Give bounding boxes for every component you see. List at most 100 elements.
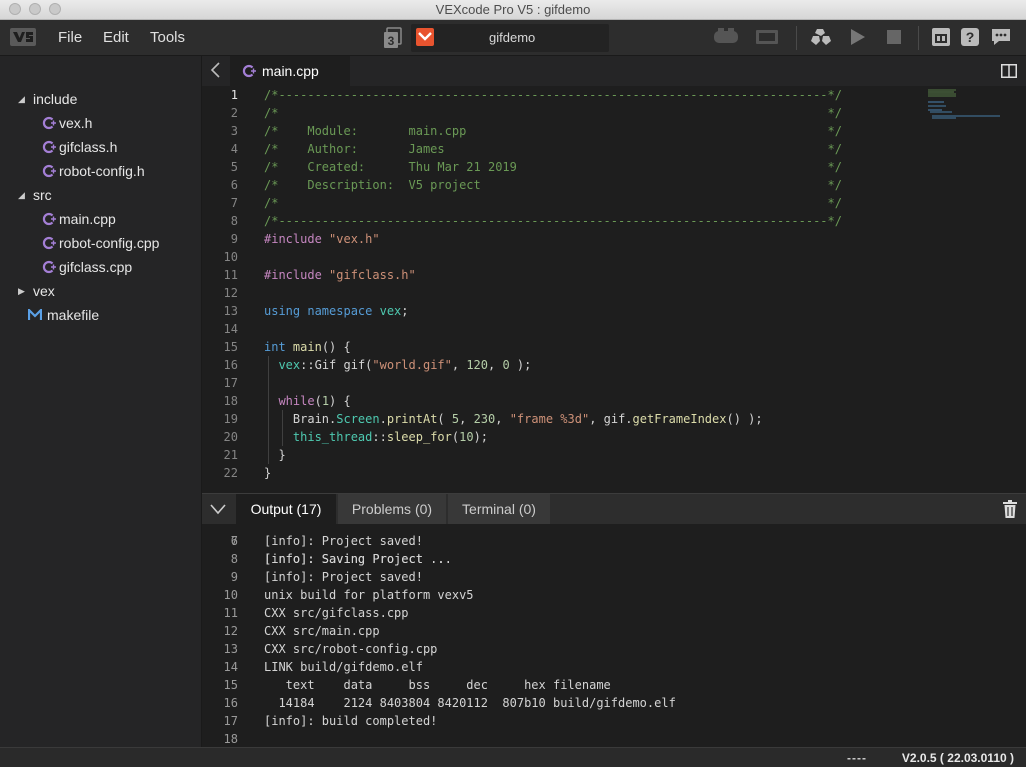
chevron-down-icon[interactable] — [210, 503, 226, 515]
menu-tools[interactable]: Tools — [150, 29, 185, 46]
code-text: /* Module: main.cpp */ — [264, 122, 842, 140]
stop-button[interactable] — [884, 26, 904, 48]
code-text: using namespace vex; — [264, 302, 409, 320]
tree-item-label: robot-config.h — [59, 163, 145, 179]
brain-button[interactable] — [754, 26, 780, 48]
tree-folder-vex[interactable]: ▶ vex — [18, 279, 55, 303]
run-button[interactable] — [847, 26, 869, 48]
tree-file-gifclass-cpp[interactable]: gifclass.cpp — [42, 255, 132, 279]
project-name-field[interactable]: gifdemo — [411, 24, 609, 52]
code-token: :: — [372, 430, 387, 444]
output-line-text: [info]: Project saved! — [264, 534, 423, 548]
code-token: , — [451, 358, 467, 372]
code-line: 22} — [202, 464, 922, 482]
code-token: Screen — [336, 412, 380, 426]
code-text: #include "gifclass.h" — [264, 266, 416, 284]
tab-problems[interactable]: Problems (0) — [338, 494, 446, 524]
slot-selector-icon[interactable]: 3 — [383, 27, 403, 49]
code-line: 18 while(1) { — [202, 392, 922, 410]
split-editor-icon[interactable] — [1001, 64, 1017, 78]
tab-label: main.cpp — [262, 63, 319, 79]
code-token: } — [264, 448, 286, 462]
output-line-number: 8 — [230, 552, 238, 566]
editor-tabbar: main.cpp — [202, 56, 1026, 86]
code-text: /*--------------------------------------… — [264, 212, 842, 230]
code-token: , — [495, 412, 510, 426]
expanded-arrow-icon: ◢ — [18, 189, 25, 200]
code-token: ::Gif gif( — [300, 358, 373, 372]
chevron-left-icon[interactable] — [209, 61, 223, 79]
cpp-file-icon — [42, 140, 56, 154]
code-text: /* Author: James */ — [264, 140, 842, 158]
code-minimap[interactable] — [926, 88, 1002, 128]
tree-item-label: vex — [33, 283, 55, 299]
code-token: ); — [509, 358, 532, 372]
code-token: 120 — [466, 358, 489, 372]
cpp-file-icon — [42, 236, 56, 250]
tree-file-main-cpp[interactable]: main.cpp — [42, 207, 116, 231]
code-token: sleep_for — [386, 430, 452, 444]
code-token: "frame %3d" — [509, 412, 590, 426]
tree-file-robot-config-h[interactable]: robot-config.h — [42, 159, 145, 183]
line-number: 20 — [223, 430, 238, 444]
tree-item-label: include — [33, 91, 78, 107]
window-titlebar: VEXcode Pro V5 : gifdemo — [0, 0, 1026, 20]
menu-file[interactable]: File — [58, 29, 82, 46]
line-number: 7 — [230, 196, 238, 210]
output-line-text: text data bss dec hex filename — [264, 678, 611, 692]
tree-file-vex-h[interactable]: vex.h — [42, 111, 92, 135]
code-line: 8 /*-------------------------------------… — [202, 212, 922, 230]
code-token: ( — [437, 412, 452, 426]
line-number: 18 — [223, 394, 238, 408]
code-token: /*--------------------------------------… — [264, 214, 842, 228]
tree-item-label: main.cpp — [59, 211, 116, 227]
tree-folder-include[interactable]: ◢ include — [18, 87, 77, 111]
tree-item-label: robot-config.cpp — [59, 235, 160, 251]
output-line-text: unix build for platform vexv5 — [264, 588, 474, 602]
code-token: , — [459, 412, 474, 426]
cpp-file-icon — [42, 260, 56, 274]
code-token: getFrameIndex — [632, 412, 727, 426]
collapsed-arrow-icon: ▶ — [18, 285, 25, 296]
controller-button[interactable] — [712, 26, 740, 48]
output-line-text: LINK build/gifdemo.elf — [264, 660, 423, 674]
line-number: 13 — [223, 304, 238, 318]
tree-item-label: src — [33, 187, 52, 203]
code-token: main — [292, 340, 322, 354]
line-number: 15 — [223, 340, 238, 354]
trash-icon[interactable] — [1002, 500, 1018, 518]
code-line: 2 /* */ — [202, 104, 922, 122]
code-line: 5 /* Created: Thu Mar 21 2019 */ — [202, 158, 922, 176]
code-token: "world.gif" — [372, 358, 452, 372]
menu-edit[interactable]: Edit — [103, 29, 129, 46]
tree-file-robot-config-cpp[interactable]: robot-config.cpp — [42, 231, 159, 255]
help-button[interactable]: ? — [959, 26, 981, 48]
tree-file-makefile[interactable]: makefile — [28, 303, 99, 327]
code-editor[interactable]: 1 /*-------------------------------------… — [202, 86, 1026, 493]
output-line-number: 7 — [230, 534, 238, 548]
code-token: int — [264, 340, 293, 354]
tree-folder-src[interactable]: ◢ src — [18, 183, 52, 207]
tree-item-label: makefile — [47, 307, 100, 323]
build-button[interactable] — [808, 26, 834, 48]
output-line-number: 11 — [223, 606, 238, 620]
code-line: 21 } — [202, 446, 922, 464]
output-line-number: 16 — [223, 696, 238, 710]
feedback-button[interactable] — [989, 26, 1013, 48]
devices-button[interactable] — [930, 26, 952, 48]
help-icon: ? — [961, 28, 979, 46]
line-number: 12 — [223, 286, 238, 300]
tab-output[interactable]: Output (17) — [236, 494, 336, 524]
tree-file-gifclass-h[interactable]: gifclass.h — [42, 135, 117, 159]
line-number: 17 — [223, 376, 238, 390]
feedback-icon — [992, 29, 1010, 45]
code-text: int main() { — [264, 338, 351, 356]
tab-main-cpp[interactable]: main.cpp — [230, 56, 350, 86]
code-text: } — [264, 446, 286, 464]
line-number: 14 — [223, 322, 238, 336]
output-console[interactable]: 6 [info]: Saving Project ... 7 [info]: Pr… — [202, 524, 1026, 747]
code-token: /* Module: main.cpp */ — [264, 124, 842, 138]
code-token: ); — [473, 430, 489, 444]
tab-terminal[interactable]: Terminal (0) — [448, 494, 550, 524]
project-name: gifdemo — [489, 30, 536, 45]
